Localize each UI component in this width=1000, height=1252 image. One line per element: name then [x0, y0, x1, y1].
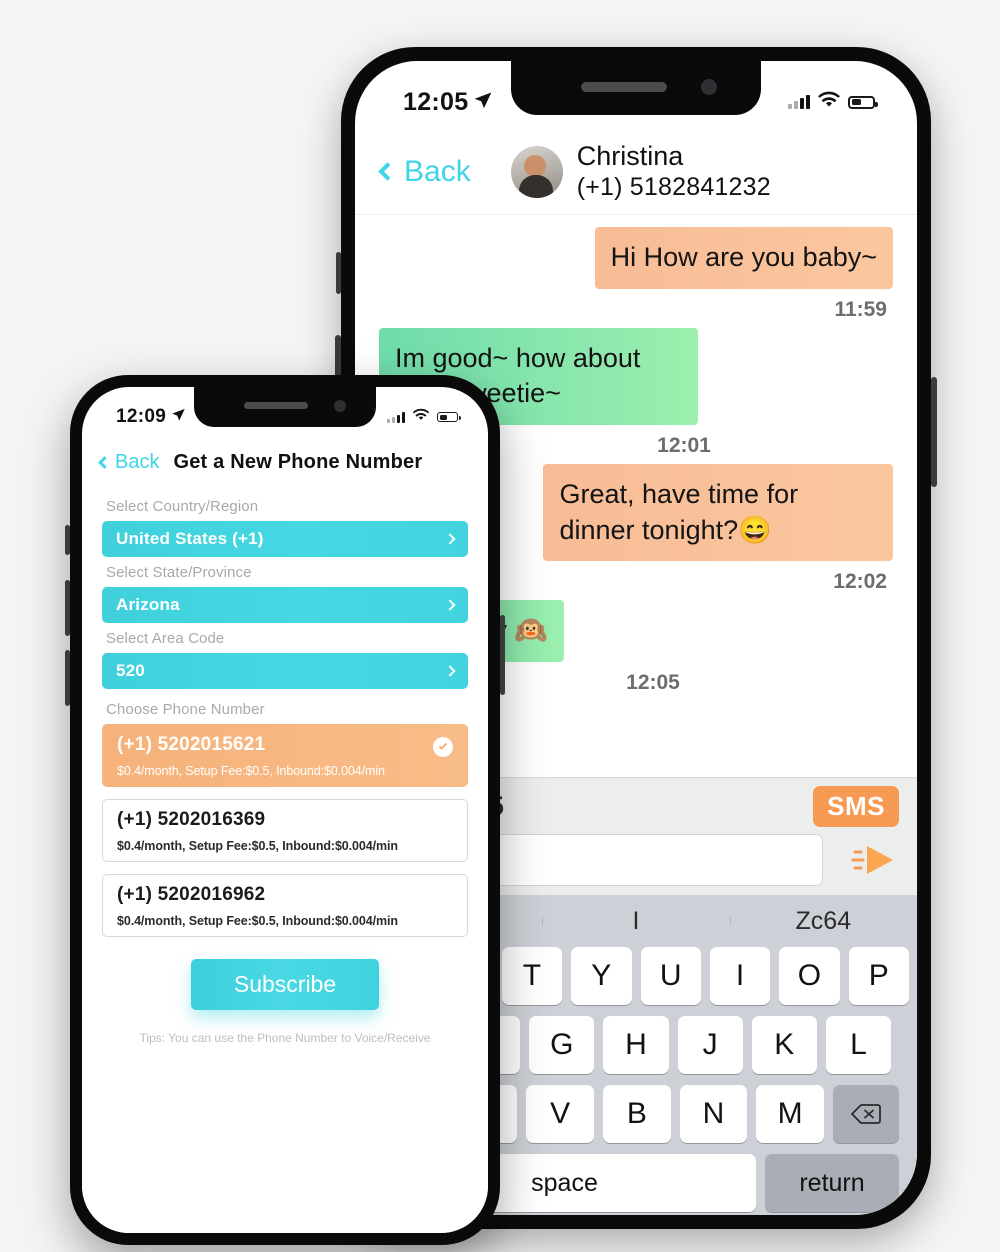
key-u[interactable]: U — [640, 947, 701, 1005]
cellular-bars-icon — [387, 411, 405, 423]
country-select-value: United States (+1) — [116, 529, 264, 548]
country-field-label: Select Country/Region — [106, 498, 259, 515]
key-y[interactable]: Y — [571, 947, 632, 1005]
chevron-right-icon — [444, 533, 456, 545]
wifi-icon — [817, 91, 841, 114]
status-indicators — [788, 91, 878, 114]
send-arrow-icon[interactable] — [837, 840, 899, 880]
contact-info: Christina (+1) 5182841232 — [577, 141, 771, 201]
phone-number-pricing: $0.4/month, Setup Fee:$0.5, Inbound:$0.0… — [117, 764, 385, 778]
status-time: 12:09 — [116, 406, 167, 427]
prediction-item[interactable]: Zc64 — [729, 907, 917, 936]
list-item[interactable]: (+1) 5202015621 $0.4/month, Setup Fee:$0… — [102, 724, 468, 787]
contact-name: Christina — [576, 141, 684, 172]
power-button[interactable] — [931, 377, 937, 487]
earpiece-speaker — [581, 82, 667, 92]
subscribe-button-wrap: Subscribe — [102, 959, 468, 1010]
key-g[interactable]: G — [529, 1016, 595, 1074]
key-o[interactable]: O — [779, 947, 840, 1005]
chat-back-label: Back — [404, 154, 471, 188]
form-phone-device: 12:09 Back Get a New Phone Number Select… — [65, 375, 505, 1245]
front-camera — [334, 400, 346, 412]
key-j[interactable]: J — [677, 1016, 743, 1074]
status-time-group: 12:05 — [403, 88, 493, 117]
state-field-label: Select State/Province — [106, 564, 252, 581]
form-body[interactable]: Select Country/Region United States (+1)… — [82, 487, 488, 1233]
form-screen: 12:09 Back Get a New Phone Number Select… — [82, 387, 488, 1233]
key-k[interactable]: K — [751, 1016, 817, 1074]
sms-mode-badge[interactable]: SMS — [813, 785, 899, 827]
state-select[interactable]: Arizona — [102, 587, 468, 623]
backspace-icon[interactable] — [833, 1085, 900, 1143]
chevron-left-icon — [378, 162, 397, 181]
area-code-select-value: 520 — [116, 661, 145, 680]
chevron-left-icon — [98, 455, 111, 469]
chat-header: Back Christina (+1) 5182841232 — [355, 129, 917, 215]
message-timestamp: 11:59 — [834, 297, 887, 321]
message-timestamp: 12:01 — [657, 433, 711, 457]
mute-switch[interactable] — [65, 525, 70, 555]
key-h[interactable]: H — [603, 1016, 669, 1074]
status-indicators — [387, 408, 461, 427]
return-key[interactable]: return — [765, 1154, 899, 1212]
key-l[interactable]: L — [825, 1016, 891, 1074]
contact-number: (+1) 5182841232 — [576, 172, 771, 201]
key-b[interactable]: B — [603, 1085, 671, 1143]
message-timestamp: 12:02 — [833, 570, 887, 594]
battery-icon — [437, 412, 461, 422]
key-v[interactable]: V — [526, 1085, 594, 1143]
notch — [194, 387, 376, 427]
cellular-bars-icon — [788, 95, 810, 109]
area-code-select[interactable]: 520 — [102, 653, 468, 689]
page-title: Get a New Phone Number — [173, 450, 423, 473]
list-item[interactable]: (+1) 5202016962 $0.4/month, Setup Fee:$0… — [102, 874, 468, 937]
key-i[interactable]: I — [709, 947, 771, 1005]
location-arrow-icon — [473, 88, 493, 117]
chat-back-button[interactable]: Back — [378, 154, 471, 189]
message-row: Hi How are you baby~ 11:59 — [379, 227, 893, 322]
key-p[interactable]: P — [848, 947, 909, 1005]
phone-number-pricing: $0.4/month, Setup Fee:$0.5, Inbound:$0.0… — [117, 839, 398, 853]
key-m[interactable]: M — [756, 1085, 825, 1143]
chevron-right-icon — [444, 599, 456, 611]
location-arrow-icon — [171, 406, 186, 428]
avatar[interactable] — [510, 145, 563, 198]
volume-up-button[interactable] — [65, 580, 70, 636]
mute-switch[interactable] — [336, 252, 341, 294]
earpiece-speaker — [244, 402, 308, 409]
wifi-icon — [412, 408, 430, 427]
chevron-right-icon — [444, 665, 456, 677]
phone-list-label: Choose Phone Number — [106, 701, 265, 718]
form-header: Back Get a New Phone Number — [82, 437, 488, 487]
battery-icon — [848, 95, 878, 109]
country-select[interactable]: United States (+1) — [102, 521, 468, 557]
phone-number-value: (+1) 5202016369 — [117, 809, 266, 830]
prediction-item[interactable]: I — [542, 907, 729, 936]
form-back-button[interactable]: Back — [98, 450, 160, 474]
list-item[interactable]: (+1) 5202016369 $0.4/month, Setup Fee:$0… — [102, 799, 468, 862]
phone-number-list: (+1) 5202015621 $0.4/month, Setup Fee:$0… — [102, 724, 468, 937]
front-camera — [701, 79, 717, 95]
power-button[interactable] — [500, 615, 505, 695]
status-time-group: 12:09 — [116, 406, 186, 428]
message-bubble[interactable]: Hi How are you baby~ — [594, 227, 893, 289]
key-n[interactable]: N — [679, 1085, 748, 1143]
notch — [511, 61, 761, 115]
state-select-value: Arizona — [116, 595, 180, 614]
message-bubble[interactable]: Great, have time for dinner tonight?😄 — [543, 463, 893, 562]
screenshot-stage: 12:05 Back Christina (+1) 5182841232 Hi … — [0, 0, 1000, 1252]
phone-number-value: (+1) 5202015621 — [117, 734, 266, 755]
area-code-field-label: Select Area Code — [106, 630, 225, 647]
subscribe-button[interactable]: Subscribe — [191, 959, 379, 1010]
volume-down-button[interactable] — [65, 650, 70, 706]
message-timestamp: 12:05 — [626, 670, 680, 694]
form-back-label: Back — [115, 450, 160, 473]
phone-number-pricing: $0.4/month, Setup Fee:$0.5, Inbound:$0.0… — [117, 914, 398, 928]
tips-text: Tips: You can use the Phone Number to Vo… — [139, 1031, 431, 1045]
phone-number-value: (+1) 5202016962 — [117, 884, 266, 905]
check-circle-icon — [433, 737, 453, 757]
status-time: 12:05 — [403, 87, 469, 116]
key-t[interactable]: T — [501, 947, 563, 1005]
